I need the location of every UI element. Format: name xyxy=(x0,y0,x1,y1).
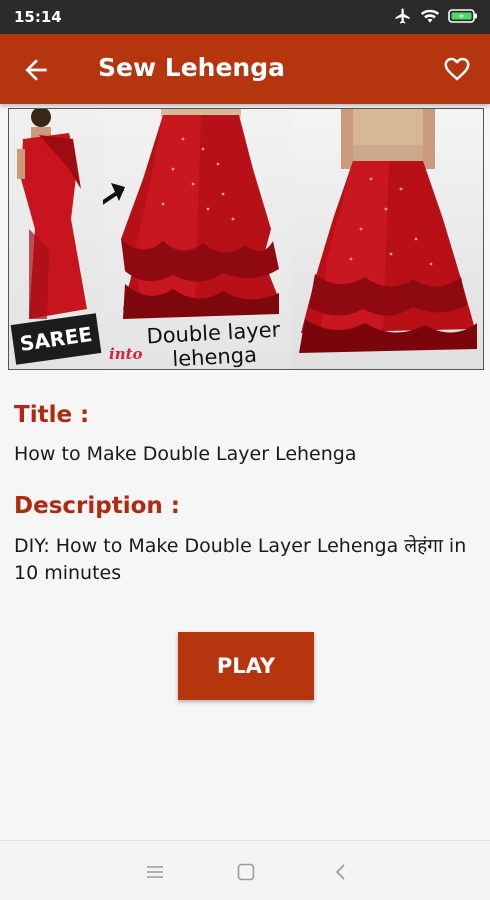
back-chevron-icon xyxy=(335,864,345,880)
heart-outline-icon xyxy=(444,57,470,81)
play-button[interactable]: PLAY xyxy=(178,632,314,700)
back-button[interactable] xyxy=(20,54,52,86)
status-bar: 15:14 xyxy=(0,0,490,34)
battery-charging-icon xyxy=(448,9,477,23)
system-nav-bar xyxy=(0,840,490,900)
home-square-icon xyxy=(237,863,255,881)
status-time: 15:14 xyxy=(14,8,62,26)
status-icons xyxy=(394,7,478,25)
title-label: Title : xyxy=(14,402,90,428)
wifi-icon xyxy=(420,9,440,23)
app-bar: Sew Lehenga xyxy=(0,34,490,104)
video-thumbnail[interactable]: SAREE into Double layer lehenga xyxy=(8,108,484,370)
menu-button[interactable] xyxy=(144,861,166,883)
page-title: Sew Lehenga xyxy=(98,53,285,82)
menu-icon xyxy=(147,866,163,878)
airplane-icon xyxy=(395,8,410,24)
arrow-left-icon xyxy=(25,59,47,81)
description-value: DIY: How to Make Double Layer Lehenga ले… xyxy=(14,535,467,584)
nav-back-button[interactable] xyxy=(330,861,352,883)
title-value: How to Make Double Layer Lehenga xyxy=(14,443,357,465)
lehenga-illustration-2 xyxy=(299,109,477,353)
into-label: into xyxy=(109,345,143,363)
double-layer-label: Double layer lehenga xyxy=(145,317,281,370)
home-button[interactable] xyxy=(235,861,257,883)
favorite-button[interactable] xyxy=(442,54,472,84)
description-label: Description : xyxy=(14,493,180,519)
lehenga-photo-panel-2 xyxy=(291,109,483,369)
